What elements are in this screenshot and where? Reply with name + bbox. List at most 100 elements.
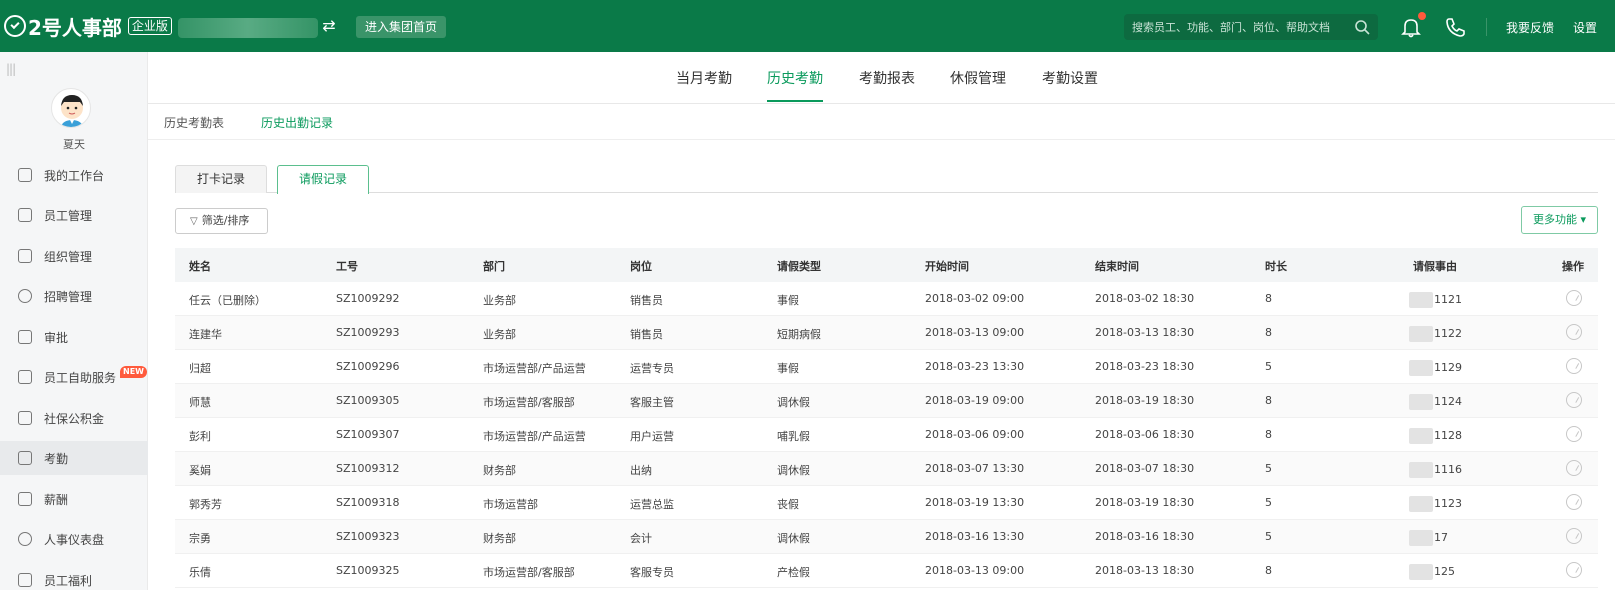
cell-end-time: 2018-03-19 18:30 — [1095, 394, 1195, 407]
company-name-blurred[interactable] — [178, 18, 318, 38]
subtab-history-records[interactable]: 历史出勤记录 — [261, 114, 333, 131]
sidebar-item-workbench[interactable]: 我的工作台 — [0, 158, 148, 192]
sidebar-item-approval[interactable]: 审批 — [0, 320, 148, 354]
cell-employee-id: SZ1009318 — [336, 496, 400, 509]
col-duration[interactable]: 时长 — [1265, 258, 1287, 274]
reason-text: 17 — [1434, 531, 1448, 544]
col-name[interactable]: 姓名 — [189, 258, 211, 274]
leave-records-table: 姓名 工号 部门 岗位 请假类型 开始时间 结束时间 时长 请假事由 操作 任云… — [175, 248, 1598, 588]
cell-department: 财务部 — [483, 464, 516, 477]
user-card-icon — [18, 208, 32, 222]
sidebar-item-employees[interactable]: 员工管理 — [0, 198, 148, 232]
col-start-time[interactable]: 开始时间 — [925, 258, 969, 274]
group-home-button[interactable]: 进入集团首页 — [356, 16, 446, 38]
tab-attendance-settings[interactable]: 考勤设置 — [1042, 68, 1098, 88]
sidebar-item-dashboard[interactable]: 人事仪表盘 — [0, 522, 148, 556]
cell-end-time: 2018-03-23 18:30 — [1095, 360, 1195, 373]
sidebar-item-benefits[interactable]: 员工福利 — [0, 563, 148, 590]
cell-reason: 1122 — [1409, 326, 1462, 342]
reason-redacted — [1409, 462, 1433, 478]
table-row: 任云（已删除） SZ1009292 业务部 销售员 事假 2018-03-02 09:00… — [175, 282, 1598, 316]
reason-text: 125 — [1434, 565, 1455, 578]
sidebar-item-label: 组织管理 — [44, 249, 93, 264]
cell-start-time: 2018-03-23 13:30 — [925, 360, 1025, 373]
settings-link[interactable]: 设置 — [1573, 19, 1597, 36]
reason-text: 1116 — [1434, 463, 1462, 476]
sidebar-item-salary[interactable]: 薪酬 — [0, 482, 148, 516]
col-leave-type[interactable]: 请假类型 — [777, 258, 821, 274]
view-detail-icon[interactable] — [1566, 290, 1582, 306]
cell-name: 宗勇 — [189, 532, 211, 545]
view-detail-icon[interactable] — [1566, 324, 1582, 340]
sidebar-item-self-service[interactable]: 员工自助服务 NEW — [0, 360, 148, 394]
cell-reason: 125 — [1409, 564, 1455, 580]
sidebar-item-social-security[interactable]: 社保公积金 — [0, 401, 148, 435]
cell-duration: 8 — [1265, 394, 1272, 407]
more-functions-label: 更多功能 — [1532, 213, 1577, 226]
view-detail-icon[interactable] — [1566, 392, 1582, 408]
cell-duration: 8 — [1265, 428, 1272, 441]
view-detail-icon[interactable] — [1566, 460, 1582, 476]
filter-icon: ▽ — [190, 216, 198, 227]
view-detail-icon[interactable] — [1566, 528, 1582, 544]
table-row: 归超 SZ1009296 市场运营部/产品运营 运营专员 事假 2018-03-23 13… — [175, 350, 1598, 384]
cell-employee-id: SZ1009296 — [336, 360, 400, 373]
sidebar-item-organization[interactable]: 组织管理 — [0, 239, 148, 273]
cell-position: 客服主管 — [630, 396, 674, 409]
cell-leave-type: 事假 — [777, 294, 799, 307]
calendar-icon — [18, 451, 32, 465]
cell-employee-id: SZ1009305 — [336, 394, 400, 407]
switch-company-icon[interactable]: ⇄ — [320, 17, 338, 35]
tab-current-month[interactable]: 当月考勤 — [676, 68, 732, 88]
col-end-time[interactable]: 结束时间 — [1095, 258, 1139, 274]
cell-reason: 1116 — [1409, 462, 1462, 478]
search-icon[interactable] — [1354, 19, 1370, 35]
view-detail-icon[interactable] — [1566, 494, 1582, 510]
filter-sort-button[interactable]: ▽ 筛选/排序 — [175, 208, 268, 234]
subtab-history-sheet[interactable]: 历史考勤表 — [164, 114, 224, 131]
cell-department: 业务部 — [483, 328, 516, 341]
gift-icon — [18, 573, 32, 587]
sidebar-item-attendance[interactable]: 考勤 — [0, 441, 148, 475]
phone-icon[interactable] — [1444, 16, 1466, 38]
view-detail-icon[interactable] — [1566, 562, 1582, 578]
logo-mark-icon — [4, 15, 26, 37]
filter-label: 筛选/排序 — [201, 214, 250, 227]
sidebar-item-recruitment[interactable]: 招聘管理 — [0, 279, 148, 313]
tab-punch-records[interactable]: 打卡记录 — [175, 165, 267, 193]
col-employee-id[interactable]: 工号 — [336, 258, 358, 274]
tab-leave-management[interactable]: 休假管理 — [950, 68, 1006, 88]
cell-name: 归超 — [189, 362, 211, 375]
new-badge: NEW — [120, 366, 147, 378]
tab-leave-records[interactable]: 请假记录 — [277, 165, 369, 194]
col-reason[interactable]: 请假事由 — [1413, 258, 1457, 274]
search-input[interactable] — [1124, 14, 1344, 40]
col-position[interactable]: 岗位 — [630, 258, 652, 274]
table-row: 连建华 SZ1009293 业务部 销售员 短期病假 2018-03-13 09:00 20… — [175, 316, 1598, 350]
cell-start-time: 2018-03-19 13:30 — [925, 496, 1025, 509]
collapse-sidebar-icon[interactable]: ||| — [6, 62, 16, 76]
sidebar-item-label: 员工福利 — [44, 573, 93, 588]
cell-end-time: 2018-03-13 18:30 — [1095, 564, 1195, 577]
tab-history-attendance[interactable]: 历史考勤 — [767, 68, 823, 88]
feedback-link[interactable]: 我要反馈 — [1506, 19, 1554, 36]
avatar[interactable] — [51, 88, 91, 128]
org-chart-icon — [18, 249, 32, 263]
mobile-icon — [18, 370, 32, 384]
notification-bell-icon[interactable] — [1400, 16, 1422, 38]
cell-leave-type: 调休假 — [777, 464, 810, 477]
view-detail-icon[interactable] — [1566, 426, 1582, 442]
table-row: 宗勇 SZ1009323 财务部 会计 调休假 2018-03-16 13:30 2018-… — [175, 520, 1598, 554]
cell-start-time: 2018-03-13 09:00 — [925, 326, 1025, 339]
logo[interactable]: 2号人事部 企业版 — [4, 12, 172, 40]
view-detail-icon[interactable] — [1566, 358, 1582, 374]
col-department[interactable]: 部门 — [483, 258, 505, 274]
edition-badge: 企业版 — [127, 17, 172, 35]
cell-reason: 1128 — [1409, 428, 1462, 444]
cell-end-time: 2018-03-07 18:30 — [1095, 462, 1195, 475]
cell-department: 市场运营部/客服部 — [483, 566, 575, 579]
more-functions-button[interactable]: 更多功能 ▾ — [1521, 206, 1598, 234]
table-row: 郭秀芳 SZ1009318 市场运营部 运营总监 丧假 2018-03-19 13:30 2… — [175, 486, 1598, 520]
cell-name: 奚娟 — [189, 464, 211, 477]
tab-attendance-report[interactable]: 考勤报表 — [859, 68, 915, 88]
